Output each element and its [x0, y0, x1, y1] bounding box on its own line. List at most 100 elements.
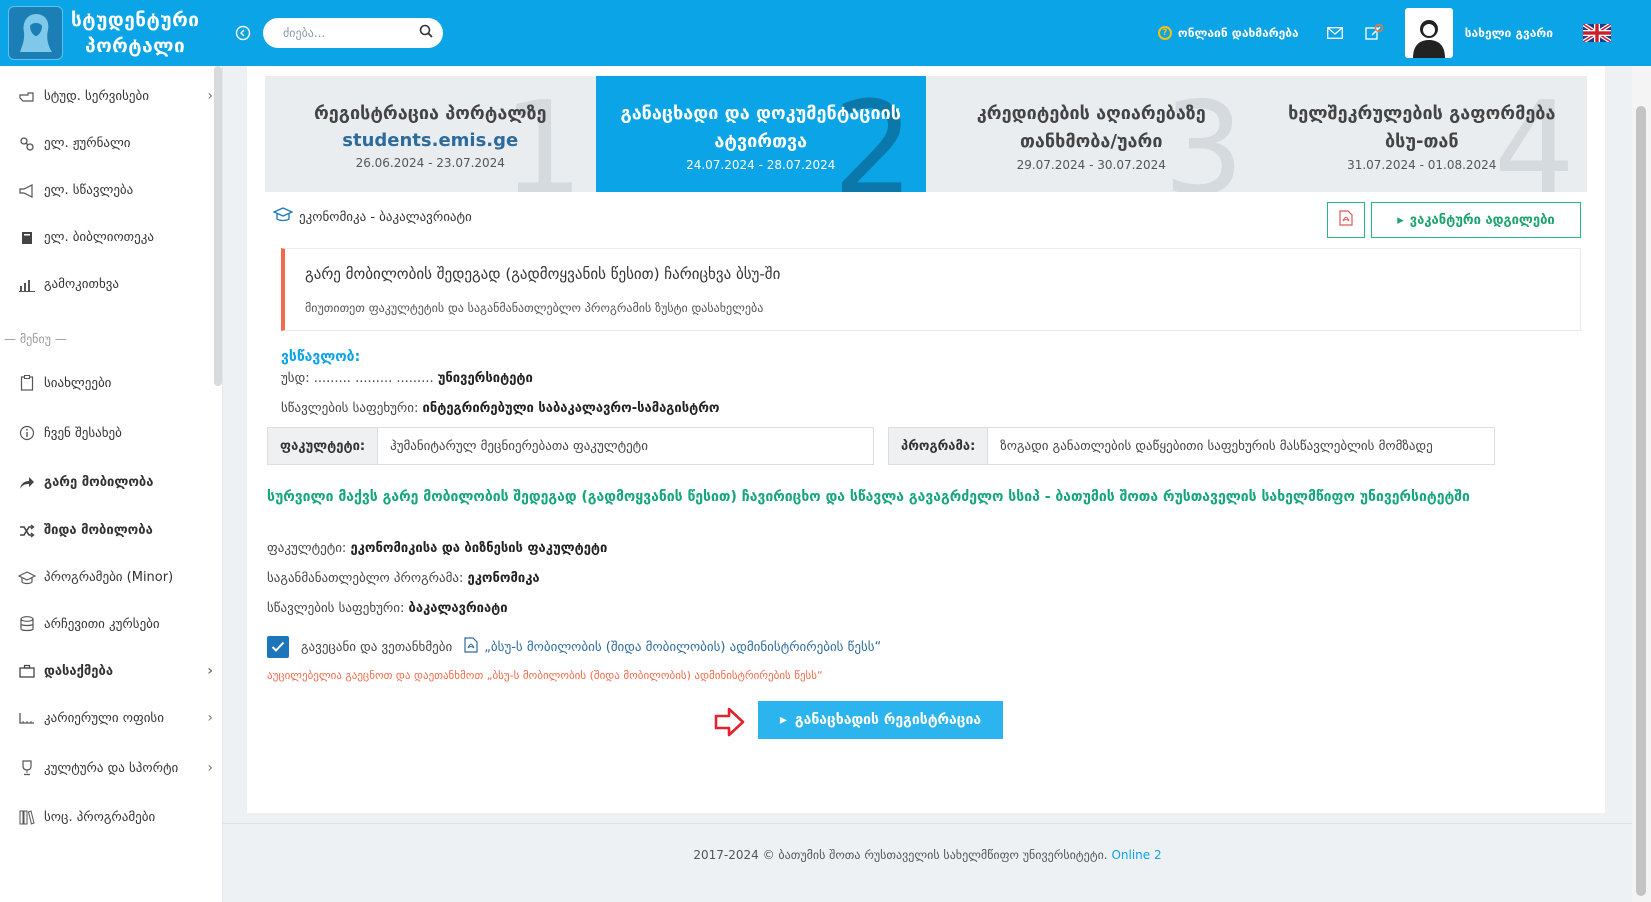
- step-2[interactable]: 2 განაცხადი და დოკუმენტაციის ატვირთვა 24…: [595, 76, 926, 192]
- clipboard-icon: [18, 375, 36, 391]
- currently-studying-label: ვსწავლობ:: [281, 349, 361, 365]
- info-icon: [18, 425, 36, 441]
- sidebar-item-journal[interactable]: ელ. ჟურნალი: [18, 136, 213, 151]
- sidebar: სტუდ. სერვისები › ელ. ჟურნალი ელ. სწავლე…: [0, 66, 223, 902]
- sidebar-item-label: დასაქმება: [44, 663, 114, 679]
- uk-flag-icon[interactable]: [1581, 22, 1613, 44]
- sidebar-item-label: ჩვენ შესახებ: [44, 425, 122, 441]
- step-title: კრედიტების აღიარებაზე თანხმობა/უარი: [976, 103, 1206, 152]
- graduation-cap-icon: [18, 570, 36, 585]
- sidebar-item-label: სიახლეები: [44, 375, 112, 391]
- scrollbar-thumb[interactable]: [1636, 106, 1646, 896]
- step-date: 29.07.2024 - 30.07.2024: [1016, 158, 1166, 172]
- link-icon: [18, 136, 36, 151]
- program-heading-text: ეკონომიკა - ბაკალავრიატი: [299, 209, 472, 225]
- top-header: სტუდენტური პორტალი ? ონლაინ დახმარება სა…: [0, 0, 1651, 66]
- brand-line-2: პორტალი: [85, 35, 186, 57]
- info-box: გარე მობილობის შედეგად (გადმოყვანის წესი…: [281, 248, 1581, 331]
- search-box[interactable]: [263, 18, 443, 48]
- current-program-value: ზოგადი განათლების დაწყებითი საფეხურის მა…: [1000, 438, 1433, 454]
- sidebar-item-minor-programs[interactable]: პროგრამები (Minor): [18, 570, 213, 585]
- current-university-line: უსდ: ......... ......... ......... უნივე…: [281, 371, 533, 386]
- user-name[interactable]: სახელი გვარი: [1465, 26, 1553, 40]
- sidebar-item-survey[interactable]: გამოკითხვა: [18, 277, 213, 292]
- graduation-cap-icon: [272, 207, 294, 227]
- current-faculty-key: ფაკულტეტი:: [268, 428, 379, 464]
- question-icon: ?: [1157, 26, 1172, 40]
- brand[interactable]: სტუდენტური პორტალი: [0, 0, 223, 66]
- current-faculty-field: ფაკულტეტი: ჰუმანიტარულ მეცნიერებათა ფაკუ…: [267, 427, 874, 465]
- sidebar-item-culture-sport[interactable]: კულტურა და სპორტი ›: [18, 760, 213, 776]
- search-icon[interactable]: [419, 24, 433, 42]
- hand-point-icon: [18, 89, 36, 103]
- current-level-line: სწავლების საფეხური: ინტეგრირებული საბაკა…: [281, 401, 719, 416]
- shuffle-icon: [18, 523, 36, 538]
- step-date: 26.06.2024 - 23.07.2024: [355, 156, 505, 170]
- step-link[interactable]: students.emis.ge: [265, 128, 596, 154]
- agreement-warning: აუცილებელია გაეცნოთ და დაეთანხმოთ „ბსუ-ს…: [267, 669, 823, 682]
- sidebar-scrollbar[interactable]: [214, 66, 222, 386]
- brand-line-1: სტუდენტური: [71, 9, 200, 31]
- program-heading: ეკონომიკა - ბაკალავრიატი: [272, 207, 472, 227]
- pdf-file-icon: [1339, 210, 1353, 230]
- main-scrollbar[interactable]: [1632, 66, 1651, 902]
- collapse-sidebar-icon[interactable]: [233, 23, 253, 43]
- transfer-statement: სურვილი მაქვს გარე მობილობის შედეგად (გა…: [267, 489, 1470, 505]
- target-program-key: საგანმანათლებლო პროგრამა:: [267, 571, 464, 586]
- sidebar-item-student-services[interactable]: სტუდ. სერვისები ›: [18, 88, 213, 104]
- pdf-download-button[interactable]: [1327, 202, 1365, 238]
- ruler-icon: [18, 711, 36, 725]
- sidebar-item-elective-courses[interactable]: არჩევითი კურსები: [18, 616, 213, 632]
- sidebar-item-label: შიდა მობილობა: [44, 523, 153, 538]
- step-3[interactable]: 3 კრედიტების აღიარებაზე თანხმობა/უარი 29…: [926, 76, 1257, 192]
- bar-chart-icon: [18, 278, 36, 292]
- rules-document-link[interactable]: „ბსუ-ს მობილობის (შიდა მობილობის) ადმინი…: [464, 637, 881, 657]
- avatar[interactable]: [1404, 8, 1453, 58]
- current-program-key: პროგრამა:: [889, 428, 989, 464]
- sidebar-item-about[interactable]: ჩვენ შესახებ: [18, 425, 213, 441]
- current-university-key: უსდ:: [281, 371, 310, 386]
- sidebar-item-e-learning[interactable]: ელ. სწავლება: [18, 183, 213, 198]
- footer-copyright: 2017-2024 © ბათუმის შოთა რუსთაველის სახე…: [693, 848, 1108, 862]
- book-icon: [18, 231, 36, 245]
- sidebar-item-label: არჩევითი კურსები: [44, 616, 160, 632]
- target-level-value: ბაკალავრიატი: [408, 601, 508, 616]
- search-input[interactable]: [283, 26, 419, 40]
- help-label: ონლაინ დახმარება: [1177, 26, 1299, 40]
- sidebar-item-label: პროგრამები (Minor): [44, 570, 174, 585]
- current-level-key: სწავლების საფეხური:: [281, 401, 419, 416]
- edit-icon[interactable]: [1365, 24, 1383, 42]
- menu-section-label: — მენიუ —: [4, 332, 67, 346]
- caret-right-icon: ▸: [1397, 212, 1404, 228]
- sidebar-item-label: სოც. პროგრამები: [44, 809, 156, 825]
- sidebar-item-employment[interactable]: დასაქმება ›: [18, 663, 213, 679]
- sidebar-item-library[interactable]: ელ. ბიბლიოთეკა: [18, 230, 213, 245]
- vacancies-button[interactable]: ▸ ვაკანტური ადგილები: [1371, 202, 1581, 238]
- mail-icon[interactable]: [1326, 27, 1343, 39]
- target-faculty-value: ეკონომიკისა და ბიზნესის ფაკულტეტი: [350, 541, 608, 556]
- sidebar-item-social-programs[interactable]: სოც. პროგრამები: [18, 809, 213, 825]
- sidebar-item-label: ელ. სწავლება: [44, 183, 134, 198]
- sidebar-item-news[interactable]: სიახლეები: [18, 375, 213, 391]
- chevron-right-icon: ›: [207, 663, 213, 679]
- register-button-label: განაცხადის რეგისტრაცია: [794, 712, 982, 728]
- target-level-line: სწავლების საფეხური: ბაკალავრიატი: [267, 601, 508, 616]
- sidebar-item-external-mobility[interactable]: გარე მობილობა: [18, 475, 213, 490]
- step-1[interactable]: 1 რეგისტრაცია პორტალზე students.emis.ge …: [265, 76, 596, 192]
- bullhorn-icon: [18, 183, 36, 198]
- university-logo-icon: [8, 6, 63, 60]
- agreement-checkbox[interactable]: [267, 636, 289, 658]
- pdf-file-icon: [464, 637, 478, 657]
- vacancies-button-label: ვაკანტური ადგილები: [1409, 212, 1555, 228]
- rules-link-text[interactable]: „ბსუ-ს მობილობის (შიდა მობილობის) ადმინი…: [484, 640, 881, 655]
- sidebar-item-label: გარე მობილობა: [44, 475, 154, 490]
- step-4[interactable]: 4 ხელშეკრულების გაფორმება ბსუ-თან 31.07.…: [1256, 76, 1587, 192]
- main-card: 1 რეგისტრაცია პორტალზე students.emis.ge …: [247, 66, 1605, 813]
- sidebar-item-career-office[interactable]: კარიერული ოფისი ›: [18, 710, 213, 726]
- online-help-link[interactable]: ? ონლაინ დახმარება: [1157, 26, 1299, 40]
- footer: 2017-2024 © ბათუმის შოთა რუსთაველის სახე…: [223, 823, 1632, 902]
- sidebar-item-label: ელ. ჟურნალი: [44, 136, 131, 151]
- sidebar-item-internal-mobility[interactable]: შიდა მობილობა: [18, 523, 213, 538]
- register-application-button[interactable]: ▸ განაცხადის რეგისტრაცია: [758, 701, 1003, 739]
- agreement-text: გავეცანი და ვეთანხმები: [301, 639, 453, 655]
